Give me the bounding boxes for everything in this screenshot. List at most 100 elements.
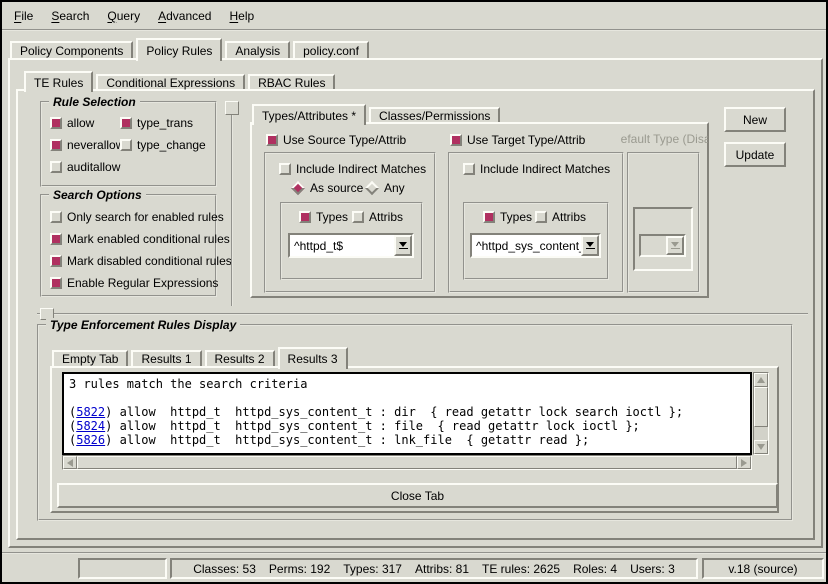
checkbox-use-source-type[interactable]: Use Source Type/Attrib [266, 132, 406, 148]
checkbox-type-trans[interactable]: type_trans [120, 115, 193, 131]
checkbox-only-enabled-rules[interactable]: Only search for enabled rules [50, 209, 224, 225]
tab-label: Results 3 [288, 352, 338, 366]
checkbox-label: Use Target Type/Attrib [467, 133, 585, 147]
checkbox-label: type_trans [137, 116, 193, 130]
checkbox-mark-disabled-conditional[interactable]: Mark disabled conditional rules [50, 253, 232, 269]
tab-label: TE Rules [34, 76, 83, 90]
te-rules-display-title: Type Enforcement Rules Display [46, 318, 240, 332]
checkbox-mark-enabled-conditional[interactable]: Mark enabled conditional rules [50, 231, 230, 247]
tab-label: Policy Components [20, 44, 123, 58]
rule-line-number-link[interactable]: 5826 [76, 433, 105, 447]
target-type-combo-value: ^httpd_sys_content_t$ [472, 239, 581, 253]
tab-label: Empty Tab [62, 352, 118, 366]
dropdown-arrow-icon[interactable] [581, 235, 599, 256]
checkbox-auditallow[interactable]: auditallow [50, 159, 120, 175]
scroll-trough[interactable] [754, 427, 768, 440]
checkbox-label: Use Source Type/Attrib [283, 133, 406, 147]
tab-analysis[interactable]: Analysis [225, 41, 290, 58]
checkbox-enable-regex[interactable]: Enable Regular Expressions [50, 275, 218, 291]
vertical-sash-grip[interactable] [225, 101, 239, 115]
results-tab-bar: Empty Tab Results 1 Results 2 Results 3 [52, 346, 351, 366]
horizontal-scroll-thumb[interactable] [77, 456, 737, 469]
scroll-up-icon[interactable] [754, 373, 768, 387]
results-line: 3 rules match the search criteria [69, 377, 745, 391]
vertical-scroll-thumb[interactable] [754, 387, 768, 427]
menu-search[interactable]: Search [46, 7, 94, 25]
checkbox-source-types[interactable]: Types [299, 209, 348, 225]
status-stat-item: Roles: 4 [573, 562, 617, 576]
tab-empty-tab[interactable]: Empty Tab [52, 350, 128, 366]
menu-file[interactable]: File [9, 7, 38, 25]
tab-label: policy.conf [303, 44, 359, 58]
status-stat-item: Classes: 53 [193, 562, 256, 576]
checkbox-indicator [50, 161, 62, 173]
statusbar-separator [2, 552, 826, 554]
checkbox-target-indirect[interactable]: Include Indirect Matches [463, 161, 610, 177]
tab-conditional-expressions[interactable]: Conditional Expressions [96, 74, 245, 89]
tab-classes-permissions[interactable]: Classes/Permissions [369, 107, 500, 122]
default-type-combo [639, 234, 686, 257]
target-type-combo[interactable]: ^httpd_sys_content_t$ [470, 233, 601, 258]
policy-version-label: v.18 (source) [728, 562, 797, 576]
dropdown-arrow-icon [666, 236, 684, 255]
checkbox-label: Only search for enabled rules [67, 210, 224, 224]
radio-any[interactable]: Any [365, 180, 405, 196]
checkbox-use-target-type[interactable]: Use Target Type/Attrib [450, 132, 585, 148]
types-tab-bar: Types/Attributes * Classes/Permissions [252, 103, 503, 122]
checkbox-target-attribs[interactable]: Attribs [535, 209, 586, 225]
checkbox-allow[interactable]: allow [50, 115, 94, 131]
checkbox-target-types[interactable]: Types [483, 209, 532, 225]
new-button[interactable]: New [724, 107, 786, 132]
checkbox-indicator [535, 211, 547, 223]
tab-label: Analysis [235, 44, 280, 58]
scroll-left-icon[interactable] [63, 456, 77, 469]
scroll-right-icon[interactable] [737, 456, 751, 469]
checkbox-source-indirect[interactable]: Include Indirect Matches [279, 161, 426, 177]
tab-results-3[interactable]: Results 3 [278, 347, 348, 369]
checkbox-type-change[interactable]: type_change [120, 137, 206, 153]
menu-help[interactable]: Help [224, 7, 259, 25]
menu-query[interactable]: Query [102, 7, 145, 25]
tab-label: Policy Rules [146, 44, 212, 58]
update-button[interactable]: Update [724, 142, 786, 167]
checkbox-indicator [50, 233, 62, 245]
results-text[interactable]: 3 rules match the search criteria (5822)… [62, 372, 752, 455]
status-stat-item: Users: 3 [630, 562, 675, 576]
horizontal-sash-line [37, 313, 808, 315]
results-horizontal-scrollbar[interactable] [62, 455, 752, 470]
close-tab-button[interactable]: Close Tab [57, 483, 778, 508]
tab-policy-conf[interactable]: policy.conf [293, 41, 369, 58]
checkbox-source-attribs[interactable]: Attribs [352, 209, 403, 225]
status-stat-item: Perms: 192 [269, 562, 330, 576]
checkbox-label: Include Indirect Matches [480, 162, 610, 176]
tab-results-2[interactable]: Results 2 [205, 350, 275, 366]
tab-te-rules[interactable]: TE Rules [24, 71, 93, 92]
checkbox-label: Include Indirect Matches [296, 162, 426, 176]
tab-label: Types/Attributes * [262, 109, 356, 123]
rule-selection-frame: Rule Selection allow type_trans neverall… [40, 101, 217, 187]
search-options-title: Search Options [49, 188, 146, 202]
results-vertical-scrollbar[interactable] [753, 372, 769, 455]
main-tab-bar: Policy Components Policy Rules Analysis … [10, 37, 372, 58]
rule-line-number-link[interactable]: 5822 [76, 405, 105, 419]
checkbox-neverallow[interactable]: neverallow [50, 137, 124, 153]
vertical-sash-line [231, 101, 233, 306]
rule-line-number-link[interactable]: 5824 [76, 419, 105, 433]
scroll-down-icon[interactable] [754, 440, 768, 454]
radio-as-source[interactable]: As source [291, 180, 363, 196]
tab-rbac-rules[interactable]: RBAC Rules [248, 74, 335, 89]
source-type-combo[interactable]: ^httpd_t$ [288, 233, 414, 258]
dropdown-arrow-icon[interactable] [394, 235, 412, 256]
tab-types-attributes[interactable]: Types/Attributes * [252, 104, 366, 125]
rule-selection-title: Rule Selection [49, 95, 140, 109]
checkbox-label: type_change [137, 138, 206, 152]
default-type-label-clip: Default Type (Disabled) [621, 132, 708, 148]
menu-advanced[interactable]: Advanced [153, 7, 216, 25]
tab-results-1[interactable]: Results 1 [131, 350, 201, 366]
checkbox-indicator [450, 134, 462, 146]
menu-bar: File Search Query Advanced Help [2, 2, 826, 31]
tab-policy-rules[interactable]: Policy Rules [136, 38, 222, 61]
tab-policy-components[interactable]: Policy Components [10, 41, 133, 58]
checkbox-label: auditallow [67, 160, 120, 174]
checkbox-indicator [463, 163, 475, 175]
